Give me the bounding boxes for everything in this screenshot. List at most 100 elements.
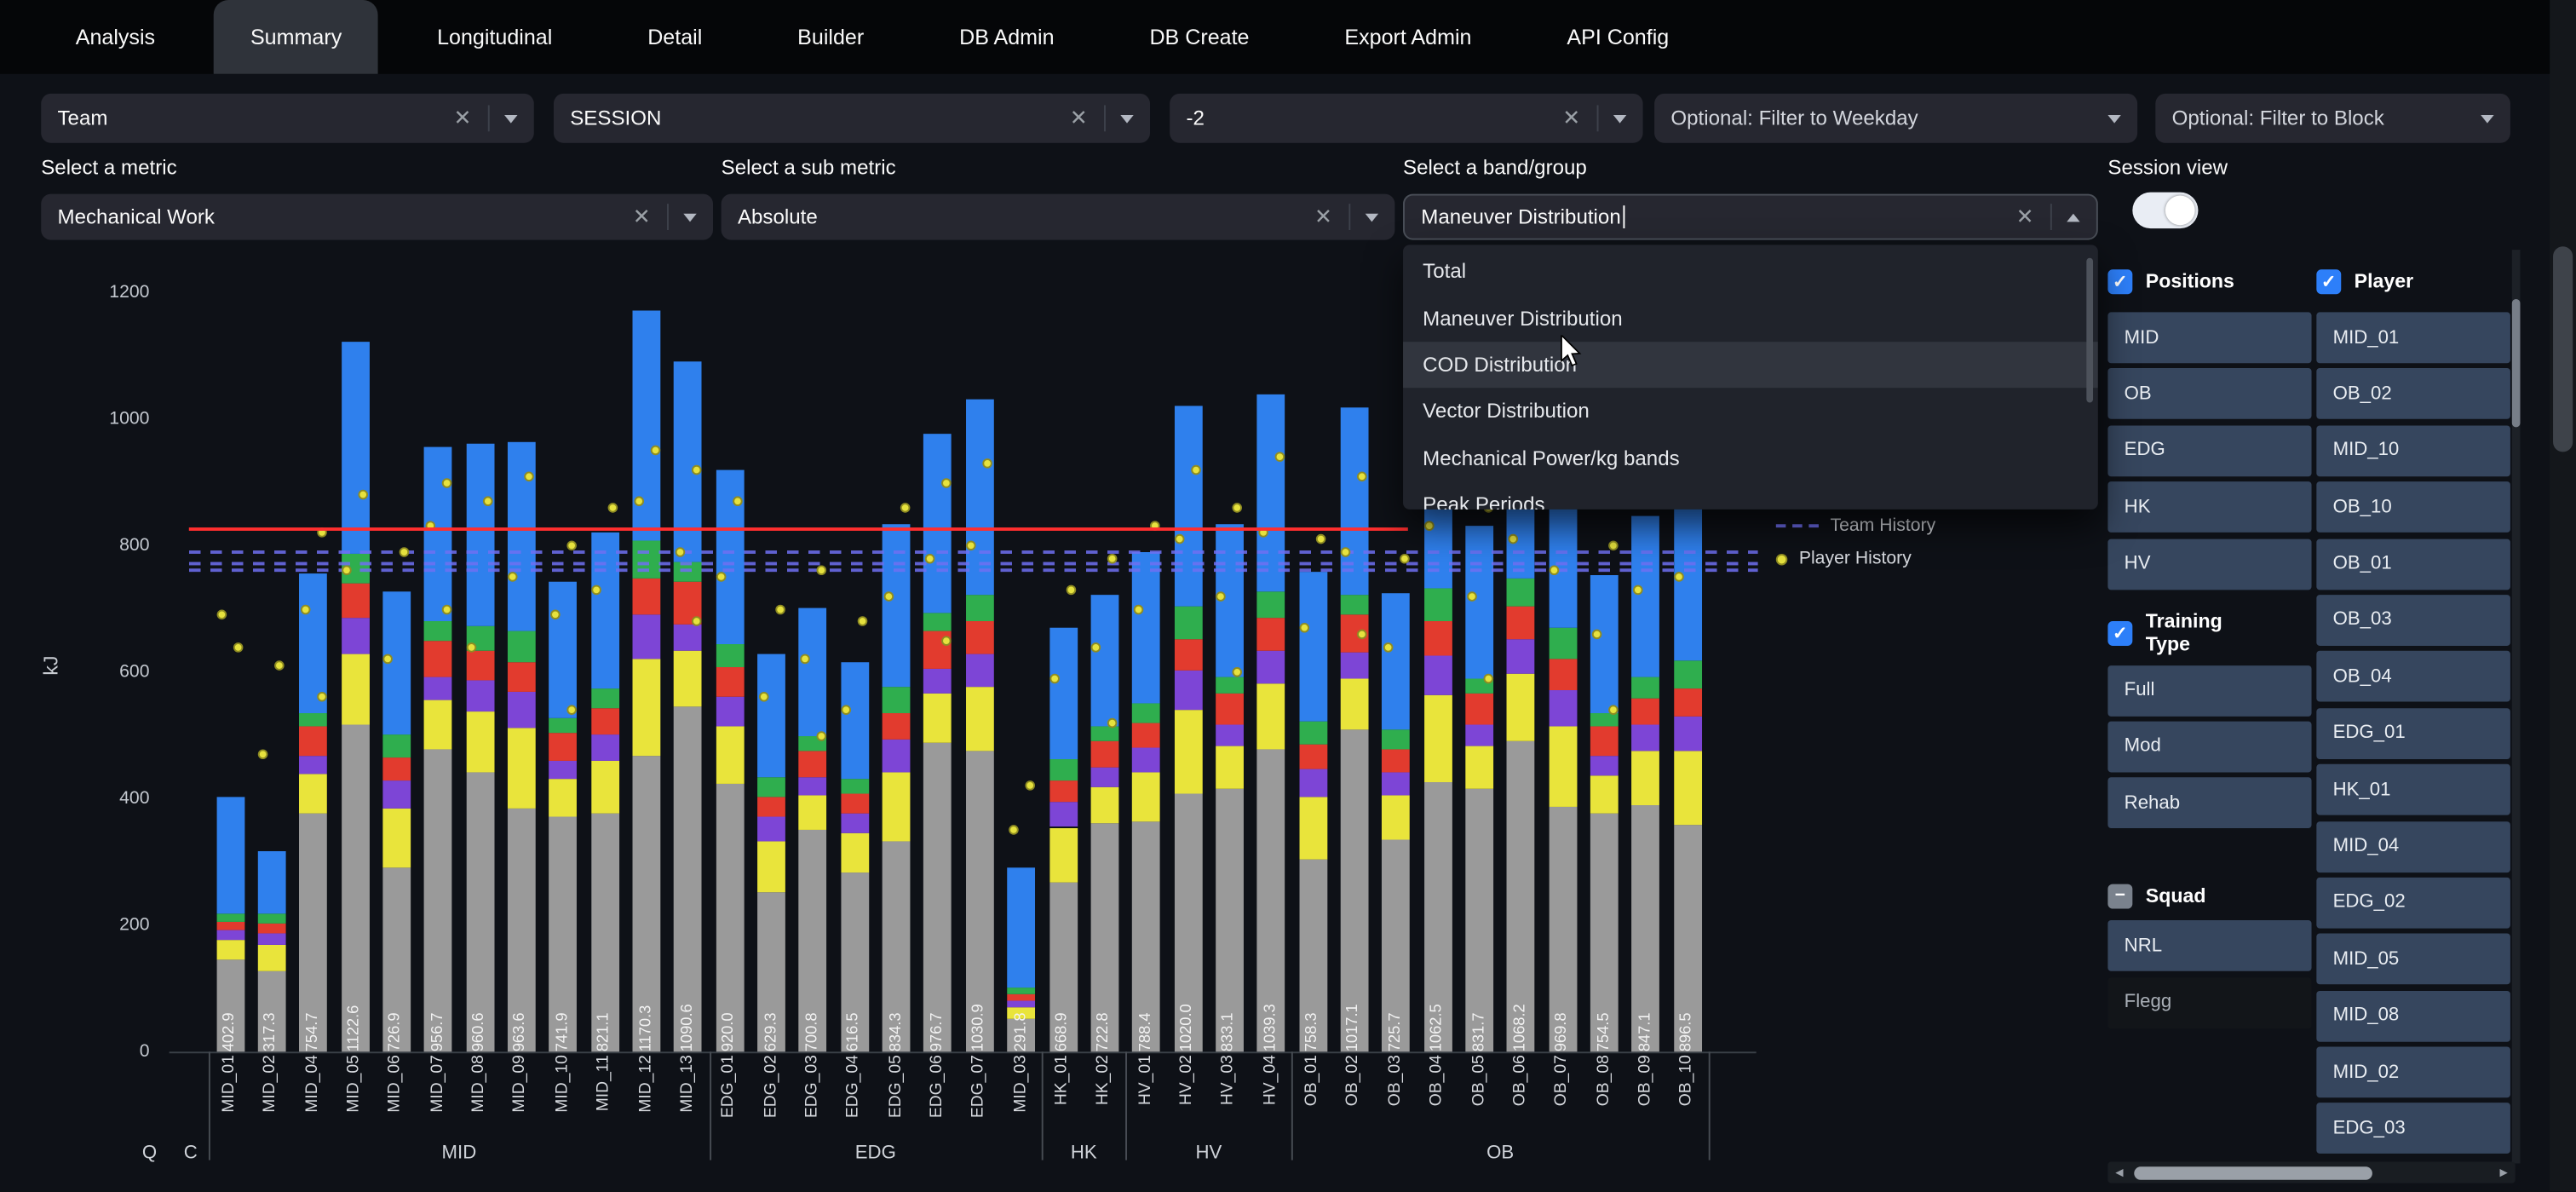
caret-down-icon[interactable] xyxy=(1366,213,1378,222)
filter-item-mid-08[interactable]: MID_08 xyxy=(2316,990,2510,1041)
menu-option-mechanical-power-kg-bands[interactable]: Mechanical Power/kg bands xyxy=(1403,435,2098,481)
caret-down-icon[interactable] xyxy=(1613,114,1626,123)
clear-icon[interactable]: ✕ xyxy=(453,105,471,131)
bar-segment-purple xyxy=(633,615,661,659)
bar-segment-red xyxy=(1465,694,1493,725)
bar-segment-red xyxy=(799,750,827,776)
filter-item-mid-04[interactable]: MID_04 xyxy=(2316,821,2510,872)
bar-player-label: EDG_01 xyxy=(720,1055,739,1154)
player-list-scrollbar-thumb[interactable] xyxy=(2512,299,2521,427)
tab-summary[interactable]: Summary xyxy=(215,0,378,74)
bar-segment-blue xyxy=(341,342,369,555)
bar-segment-yellow xyxy=(633,659,661,756)
filter-item-edg[interactable]: EDG xyxy=(2107,425,2311,476)
player-history-dot xyxy=(1607,705,1618,716)
filter-item-edg-02[interactable]: EDG_02 xyxy=(2316,878,2510,929)
menu-option-total[interactable]: Total xyxy=(1403,248,2098,295)
session-view-toggle[interactable] xyxy=(2132,193,2198,228)
block-filter-select[interactable]: Optional: Filter to Block xyxy=(2155,94,2510,143)
bar-player-label: OB_02 xyxy=(1344,1055,1364,1154)
filter-item-mid-01[interactable]: MID_01 xyxy=(2316,312,2510,363)
submetric-select[interactable]: Absolute ✕ xyxy=(722,194,1395,240)
bar-player-label: EDG_04 xyxy=(845,1055,865,1154)
bar-segment-blue xyxy=(216,797,244,914)
scroll-right-icon[interactable]: ► xyxy=(2493,1165,2516,1179)
tab-detail[interactable]: Detail xyxy=(612,0,739,74)
filter-item-nrl[interactable]: NRL xyxy=(2107,921,2311,972)
filter-item-ob-01[interactable]: OB_01 xyxy=(2316,538,2510,590)
session-select[interactable]: SESSION ✕ xyxy=(554,94,1150,143)
caret-down-icon[interactable] xyxy=(2481,114,2493,123)
filter-item-edg-03[interactable]: EDG_03 xyxy=(2316,1103,2510,1155)
caret-up-icon[interactable] xyxy=(2067,213,2079,222)
filter-item-mod[interactable]: Mod xyxy=(2107,722,2311,773)
checkbox-player[interactable]: ✓ xyxy=(2316,268,2341,293)
clear-icon[interactable]: ✕ xyxy=(1070,105,1088,131)
filter-item-ob[interactable]: OB xyxy=(2107,369,2311,420)
filter-item-ob-10[interactable]: OB_10 xyxy=(2316,481,2510,533)
caret-down-icon[interactable] xyxy=(1120,114,1133,123)
band-dropdown-menu: TotalManeuver DistributionCOD Distributi… xyxy=(1403,245,2098,510)
filter-item-ob-03[interactable]: OB_03 xyxy=(2316,595,2510,646)
tab-builder[interactable]: Builder xyxy=(762,0,900,74)
filter-item-mid-10[interactable]: MID_10 xyxy=(2316,425,2510,476)
menu-option-maneuver-distribution[interactable]: Maneuver Distribution xyxy=(1403,295,2098,342)
checkbox-squad[interactable]: − xyxy=(2107,884,2132,908)
bar-segment-blue xyxy=(591,533,619,688)
metric-select[interactable]: Mechanical Work ✕ xyxy=(41,194,713,240)
filter-item-mid[interactable]: MID xyxy=(2107,312,2311,363)
clear-icon[interactable]: ✕ xyxy=(2016,204,2034,230)
caret-down-icon[interactable] xyxy=(504,114,517,123)
bar-player-label: MID_13 xyxy=(678,1055,698,1154)
filter-item-edg-01[interactable]: EDG_01 xyxy=(2316,708,2510,759)
menu-option-vector-distribution[interactable]: Vector Distribution xyxy=(1403,388,2098,435)
filter-item-mid-05[interactable]: MID_05 xyxy=(2316,934,2510,985)
band-combobox[interactable]: Maneuver Distribution ✕ xyxy=(1403,194,2098,240)
band-label: Select a band/group xyxy=(1403,156,1587,179)
filter-item-hv[interactable]: HV xyxy=(2107,538,2311,590)
filter-item-mid-02[interactable]: MID_02 xyxy=(2316,1047,2510,1098)
bar-segment-yellow xyxy=(1299,798,1327,860)
tab-analysis[interactable]: Analysis xyxy=(39,0,191,74)
menu-option-cod-distribution[interactable]: COD Distribution xyxy=(1403,342,2098,389)
caret-down-icon[interactable] xyxy=(683,213,696,222)
checkbox-training-type[interactable]: ✓ xyxy=(2107,621,2132,646)
bar-segment-purple xyxy=(1383,772,1411,795)
bar-player-label: MID_11 xyxy=(595,1055,614,1154)
filter-item-hk[interactable]: HK xyxy=(2107,481,2311,533)
team-select[interactable]: Team ✕ xyxy=(41,94,534,143)
tab-api-config[interactable]: API Config xyxy=(1531,0,1705,74)
tab-db-admin[interactable]: DB Admin xyxy=(923,0,1090,74)
clear-icon[interactable]: ✕ xyxy=(1562,105,1580,131)
tab-db-create[interactable]: DB Create xyxy=(1113,0,1285,74)
filter-item-hk-01[interactable]: HK_01 xyxy=(2316,764,2510,815)
bar-segment-blue xyxy=(924,434,952,613)
checkbox-positions[interactable]: ✓ xyxy=(2107,268,2132,293)
bar-player-label: HV_01 xyxy=(1136,1055,1156,1154)
menu-scrollbar-thumb[interactable] xyxy=(2086,258,2093,403)
horizontal-scrollbar-thumb[interactable] xyxy=(2134,1166,2372,1178)
caret-down-icon[interactable] xyxy=(2107,114,2120,123)
bar-segment-blue xyxy=(1090,595,1118,728)
bar-segment-purple xyxy=(883,740,911,772)
filter-item-ob-02[interactable]: OB_02 xyxy=(2316,369,2510,420)
sidebar-player-list: ✓PlayerMID_01OB_02MID_10OB_10OB_01OB_03O… xyxy=(2316,246,2510,1160)
offset-select[interactable]: -2 ✕ xyxy=(1170,94,1642,143)
clear-icon[interactable]: ✕ xyxy=(1314,204,1332,230)
filter-item-rehab[interactable]: Rehab xyxy=(2107,778,2311,829)
tab-export-admin[interactable]: Export Admin xyxy=(1308,0,1508,74)
tab-longitudinal[interactable]: Longitudinal xyxy=(401,0,589,74)
filter-item-full[interactable]: Full xyxy=(2107,665,2311,716)
bar-segment-purple xyxy=(1132,747,1160,772)
window-scrollbar-thumb[interactable] xyxy=(2553,246,2573,452)
clear-icon[interactable]: ✕ xyxy=(633,204,651,230)
weekday-filter-select[interactable]: Optional: Filter to Weekday xyxy=(1654,94,2137,143)
filter-item-flegg[interactable]: Flegg xyxy=(2107,977,2311,1028)
scroll-left-icon[interactable]: ◄ xyxy=(2107,1165,2130,1179)
y-tick-label: 800 xyxy=(64,536,149,556)
bar-segment-purple xyxy=(1465,725,1493,746)
group-separator xyxy=(210,1051,211,1160)
filter-item-ob-04[interactable]: OB_04 xyxy=(2316,651,2510,702)
y-tick-label: 1000 xyxy=(64,409,149,429)
menu-option-peak-periods[interactable]: Peak Periods xyxy=(1403,481,2098,510)
